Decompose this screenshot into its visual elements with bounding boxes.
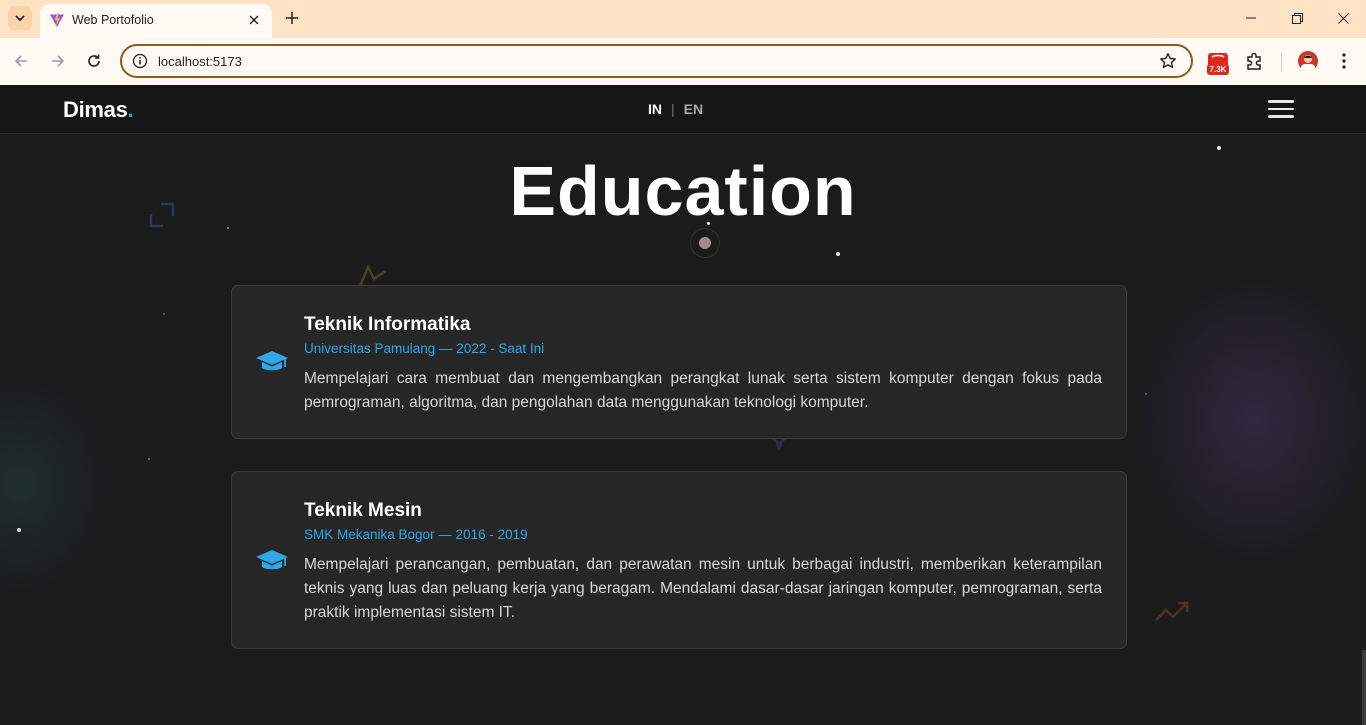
page-viewport: Dimas. IN | EN Education Teknik Informatik…	[0, 85, 1366, 725]
star-decoration	[836, 252, 840, 256]
education-title: Teknik Mesin	[304, 500, 422, 521]
menu-line	[1268, 107, 1294, 110]
plus-icon	[286, 12, 298, 24]
tab-close-button[interactable]	[246, 12, 262, 28]
section-title: Education	[509, 152, 857, 230]
hamburger-menu-button[interactable]	[1268, 100, 1294, 120]
site-logo[interactable]: Dimas.	[63, 97, 134, 123]
reload-icon	[88, 54, 100, 67]
browser-tab-active[interactable]: Web Portofolio	[40, 4, 272, 38]
browser-menu-button[interactable]	[1334, 51, 1354, 71]
extension-badge-count: 7.3K	[1207, 64, 1229, 75]
close-icon	[1337, 12, 1349, 24]
bookmark-star-icon[interactable]	[1159, 52, 1177, 70]
vite-logo-icon	[50, 13, 64, 27]
education-institution-period: Universitas Pamulang — 2022 - Saat Ini	[304, 341, 545, 356]
star-decoration	[17, 528, 21, 532]
star-decoration	[163, 313, 165, 315]
lang-separator: |	[671, 101, 675, 117]
url-text[interactable]: localhost:5173	[158, 54, 242, 69]
lang-option-en[interactable]: EN	[684, 101, 703, 117]
restore-button[interactable]	[1275, 6, 1319, 30]
graduation-cap-icon	[256, 351, 288, 371]
avatar-icon	[1301, 55, 1315, 71]
minimize-button[interactable]	[1229, 6, 1273, 30]
language-switcher: IN | EN	[648, 101, 703, 117]
tab-title: Web Portofolio	[72, 13, 154, 27]
education-description: Mempelajari cara membuat dan mengembangk…	[304, 370, 1102, 411]
education-institution-period: SMK Mekanika Bogor — 2016 - 2019	[304, 527, 528, 542]
menu-line	[1268, 100, 1294, 103]
restore-icon	[1291, 12, 1303, 24]
logo-text: Dimas	[63, 97, 128, 122]
arrow-right-icon	[52, 55, 65, 67]
extensions-puzzle-icon[interactable]	[1245, 51, 1265, 71]
trending-up-icon	[1155, 601, 1189, 621]
address-bar[interactable]: localhost:5173	[120, 44, 1193, 78]
site-navbar: Dimas. IN | EN	[0, 85, 1366, 134]
window-close-button[interactable]	[1321, 6, 1365, 30]
new-tab-button[interactable]	[282, 8, 302, 28]
close-icon	[249, 15, 259, 25]
education-card: Teknik Informatika Universitas Pamulang …	[231, 285, 1127, 439]
forward-button[interactable]	[47, 50, 69, 72]
star-decoration	[1145, 393, 1147, 395]
title-ornament-dot	[699, 237, 711, 249]
education-title: Teknik Informatika	[304, 314, 471, 335]
menu-line	[1268, 115, 1294, 118]
tab-search-button[interactable]	[8, 6, 32, 30]
minimize-icon	[1246, 17, 1256, 19]
star-decoration	[148, 458, 150, 460]
lang-option-in[interactable]: IN	[648, 101, 662, 117]
graduation-cap-icon	[256, 550, 288, 570]
education-card: Teknik Mesin SMK Mekanika Bogor — 2016 -…	[231, 471, 1127, 649]
logo-dot: .	[127, 97, 134, 122]
chevron-down-icon	[15, 15, 25, 22]
more-vertical-icon	[1342, 53, 1346, 69]
browser-toolbar: localhost:5173 7.3K	[0, 38, 1366, 85]
back-button[interactable]	[10, 50, 32, 72]
arrow-left-icon	[14, 55, 27, 67]
browser-tab-bar: Web Portofolio	[0, 0, 1366, 38]
reload-button[interactable]	[83, 50, 105, 72]
site-info-icon[interactable]	[132, 53, 148, 69]
profile-avatar[interactable]	[1298, 51, 1318, 71]
education-description: Mempelajari perancangan, pembuatan, dan …	[304, 556, 1102, 621]
toolbar-divider	[1281, 53, 1282, 71]
page-scrollbar-thumb[interactable]	[1362, 650, 1366, 725]
star-decoration	[1217, 146, 1221, 150]
